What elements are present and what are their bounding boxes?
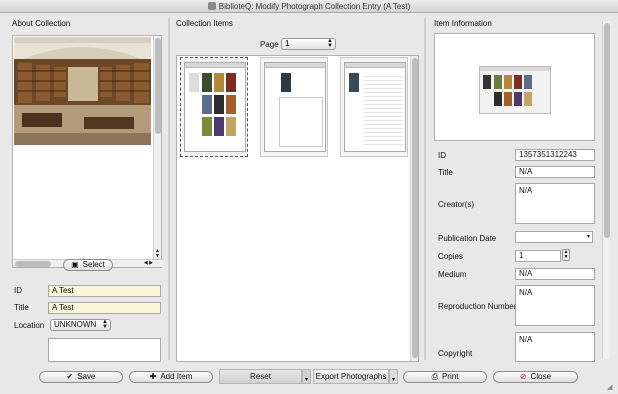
item-copies-label: Copies [438,252,463,261]
item-copies-field[interactable]: 1 [515,250,561,262]
export-menu-arrow-icon[interactable]: ▾ [389,369,398,384]
collection-items-view [176,55,419,362]
select-arrows-icon: ▲ ▼ [102,319,108,330]
collection-items-panel: Collection Items Page 1 ▲ ▼ [172,17,422,362]
splitter-left[interactable] [168,18,170,360]
reset-button[interactable]: Reset [219,369,302,384]
item-title-label: Title [438,168,453,177]
item-medium-field[interactable]: N/A [515,268,595,280]
item-image-frame [434,33,595,141]
save-button[interactable]: ✔ Save [39,371,123,383]
item-preview-image [479,66,551,114]
select-image-button[interactable]: ▣ Select [63,259,113,271]
item-copyright-field[interactable]: N/A [515,332,595,362]
collection-items-label: Collection Items [176,19,233,28]
about-collection-panel: About Collection ▲ ▼ ◀ ▶ ▣ Select ID A T… [8,17,166,362]
printer-icon: ⎙ [431,372,438,381]
about-id-field[interactable]: A Test [48,285,161,297]
app-icon [207,2,216,10]
splitter-right[interactable] [424,18,426,360]
window-title: BiblioteQ: Modify Photograph Collection … [218,2,411,11]
calendar-dropdown-icon[interactable]: ▾ [587,232,590,242]
item-creators-label: Creator(s) [438,200,475,209]
about-description-field[interactable] [48,338,161,362]
collection-photo [14,37,151,145]
collection-vertical-scrollbar[interactable] [410,56,418,361]
page-label: Page [260,40,279,49]
page-select-arrows-icon: ▲ ▼ [327,38,333,49]
about-id-label: ID [14,286,22,295]
item-medium-label: Medium [438,270,467,279]
close-button[interactable]: ⊘ Close [493,371,578,383]
about-location-label: Location [14,321,45,330]
item-information-label: Item Information [434,19,492,28]
image-icon: ▣ [71,260,79,269]
scroll-arrows-icon[interactable]: ▲ ▼ [155,249,160,259]
collection-image-frame: ▲ ▼ ◀ ▶ [12,35,163,268]
image-vertical-scrollbar[interactable]: ▲ ▼ [153,36,161,260]
item-id-field[interactable]: 1357351312243 [515,149,595,161]
collection-item-thumbnail-3[interactable] [340,57,408,157]
window-titlebar: BiblioteQ: Modify Photograph Collection … [0,0,618,13]
export-photographs-button[interactable]: Export Photographs [313,369,389,384]
item-info-vertical-scrollbar[interactable] [602,21,610,359]
copies-stepper-icon[interactable]: ▲ ▼ [562,249,570,261]
item-id-label: ID [438,151,446,160]
add-item-button[interactable]: ✚ Add Item [129,371,213,383]
resize-grip-icon[interactable]: ◢ [607,383,616,392]
location-select[interactable]: UNKNOWN ▲ ▼ [50,319,111,331]
item-pubdate-field[interactable]: 2000-01-01 ▾ [515,231,593,243]
reset-menu-arrow-icon[interactable]: ▾ [302,369,311,384]
no-entry-icon: ⊘ [519,372,527,381]
collection-item-thumbnail-2[interactable] [260,57,328,157]
about-title-field[interactable]: A Test [48,302,161,314]
collection-item-thumbnail-1[interactable] [180,57,248,157]
item-title-field[interactable]: N/A [515,166,595,178]
item-pubdate-label: Publication Date [438,234,497,243]
checkmark-icon: ✔ [66,372,74,381]
plus-icon: ✚ [149,372,157,381]
print-button[interactable]: ⎙ Print [403,371,487,383]
about-title-label: Title [14,303,29,312]
item-repro-field[interactable]: N/A [515,285,595,326]
item-creators-field[interactable]: N/A [515,183,595,224]
page-select[interactable]: 1 ▲ ▼ [281,38,336,50]
scroll-lr-arrows-icon[interactable]: ◀ ▶ [144,260,153,267]
item-repro-label: Reproduction Number [438,302,517,311]
item-information-panel: Item Information ID 1357351312243 Title … [428,17,612,362]
item-copyright-label: Copyright [438,349,473,358]
about-collection-label: About Collection [12,19,71,28]
